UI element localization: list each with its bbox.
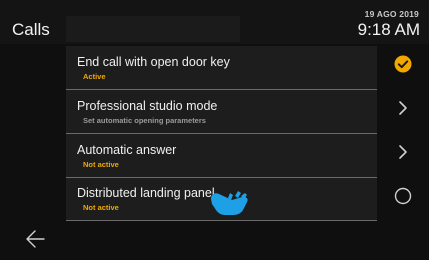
time-label: 9:18 AM: [357, 20, 420, 39]
list-item-description: Set automatic opening parameters: [83, 116, 206, 125]
list-item-end-call-open-door[interactable]: End call with open door key Active: [66, 46, 377, 90]
list-item-title: Automatic answer: [77, 143, 177, 157]
list-item-status: Active: [83, 72, 106, 81]
hand-pointer-icon: [205, 180, 253, 218]
chevron-right-icon[interactable]: [388, 93, 418, 123]
date-label: 19 AGO 2019: [364, 9, 419, 19]
list-item-status: Not active: [83, 160, 119, 169]
page-title: Calls: [12, 20, 50, 39]
checkmark-circle-icon[interactable]: [388, 49, 418, 79]
arrow-left-icon: [26, 230, 45, 248]
back-button[interactable]: [22, 226, 52, 252]
list-item-automatic-answer[interactable]: Automatic answer Not active: [66, 134, 377, 178]
title-band: [66, 16, 240, 42]
chevron-right-icon[interactable]: [388, 137, 418, 167]
list-item-title: End call with open door key: [77, 55, 230, 69]
list-item-title: Professional studio mode: [77, 99, 218, 113]
list-item-status: Not active: [83, 203, 119, 212]
radio-circle-icon[interactable]: [388, 181, 418, 211]
list-item-title: Distributed landing panel: [77, 186, 215, 200]
list-item-professional-studio-mode[interactable]: Professional studio mode Set automatic o…: [66, 90, 377, 134]
